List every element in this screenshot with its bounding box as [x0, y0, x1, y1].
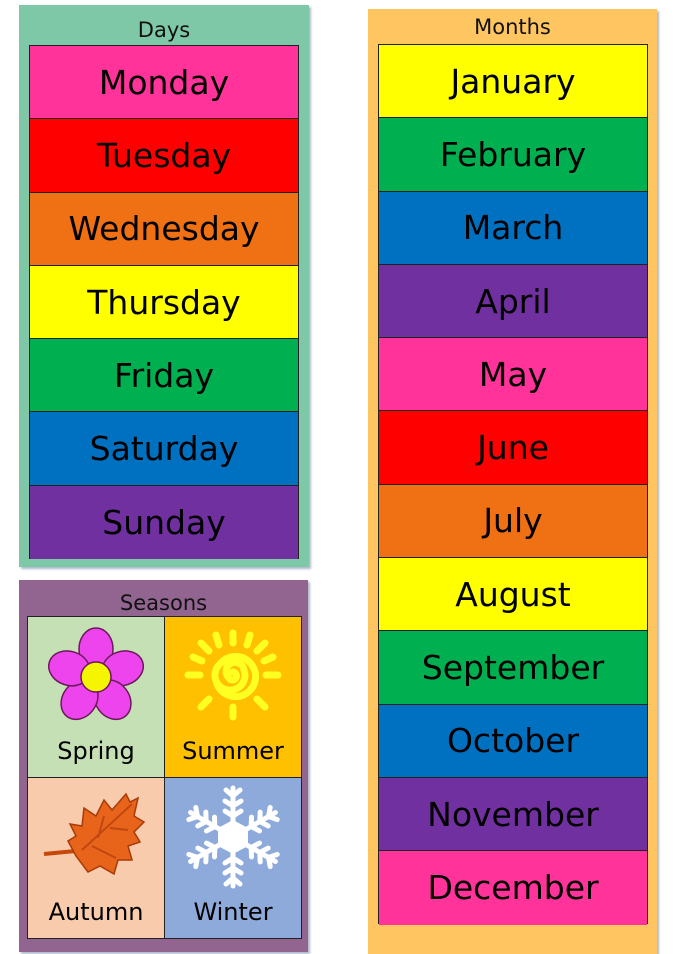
season-label-autumn: Autumn — [48, 898, 144, 926]
months-list: January February March April May June Ju… — [378, 44, 648, 925]
seasons-grid: Spring Summer Autumn Winter — [27, 616, 302, 939]
month-row-february: February — [379, 118, 647, 192]
month-row-march: March — [379, 191, 647, 265]
day-row-saturday: Saturday — [30, 412, 298, 486]
season-cell-spring: Spring — [28, 617, 165, 778]
season-cell-winter: Winter — [165, 778, 301, 938]
seasons-title: Seasons — [119, 591, 208, 615]
months-panel: Months January February March April May … — [368, 9, 657, 954]
day-row-tuesday: Tuesday — [30, 119, 298, 193]
month-row-june: June — [379, 411, 647, 485]
day-row-friday: Friday — [30, 339, 298, 413]
month-row-august: August — [379, 558, 647, 632]
month-row-november: November — [379, 777, 647, 852]
day-row-sunday: Sunday — [30, 485, 298, 560]
season-label-spring: Spring — [57, 737, 135, 765]
months-title: Months — [474, 15, 551, 39]
month-row-october: October — [379, 704, 647, 778]
season-label-winter: Winter — [193, 898, 273, 926]
month-row-april: April — [379, 264, 647, 339]
flower-icon — [47, 627, 145, 721]
days-title: Days — [137, 18, 191, 42]
season-label-summer: Summer — [182, 737, 284, 765]
leaf-icon — [43, 792, 146, 876]
day-row-thursday: Thursday — [30, 265, 298, 340]
season-cell-summer: Summer — [165, 617, 301, 778]
seasons-panel: Seasons Spring Summer Autumn Winter — [19, 580, 308, 952]
day-row-wednesday: Wednesday — [30, 192, 298, 266]
snowflake-icon — [178, 785, 288, 892]
sun-icon — [184, 629, 282, 721]
month-row-january: January — [379, 45, 647, 119]
days-list: Monday Tuesday Wednesday Thursday Friday… — [29, 45, 299, 560]
month-row-july: July — [379, 484, 647, 559]
day-row-monday: Monday — [30, 46, 298, 120]
month-row-september: September — [379, 631, 647, 705]
days-panel: Days Monday Tuesday Wednesday Thursday F… — [19, 5, 309, 567]
month-row-may: May — [379, 338, 647, 412]
season-cell-autumn: Autumn — [28, 778, 165, 938]
month-row-december: December — [379, 851, 647, 925]
